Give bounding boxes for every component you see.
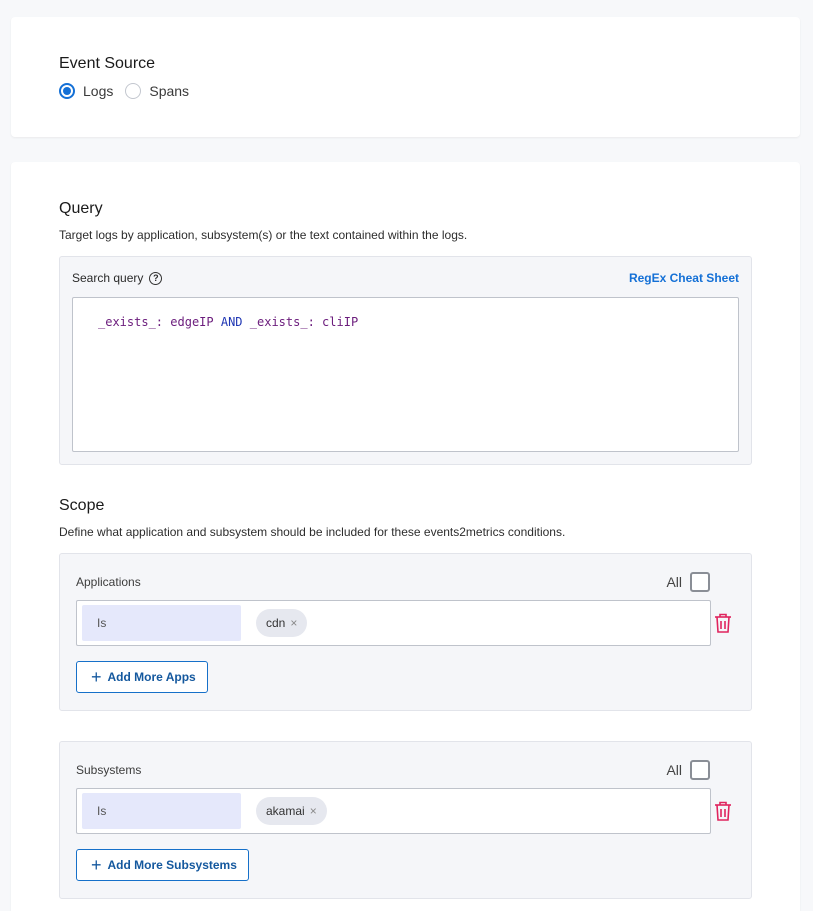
event-source-radio-group: Logs Spans: [59, 83, 201, 99]
add-more-subsystems-button[interactable]: + Add More Subsystems: [76, 849, 249, 881]
help-icon[interactable]: ?: [149, 271, 163, 285]
query-operator-token: AND: [220, 315, 243, 329]
application-chip: cdn ×: [256, 609, 308, 637]
event-source-title: Event Source: [59, 55, 156, 72]
applications-all-row: All: [666, 572, 710, 592]
plus-icon: +: [91, 855, 102, 875]
applications-panel: Applications All Is cdn × + Add More App…: [59, 553, 752, 711]
applications-rule: Is cdn ×: [76, 600, 711, 646]
search-query-editor[interactable]: _exists_: edgeIP AND _exists_: cliIP: [72, 297, 739, 452]
subsystems-all-row: All: [666, 760, 710, 780]
add-more-apps-label: Add More Apps: [107, 670, 196, 684]
trash-icon[interactable]: [713, 612, 733, 634]
query-description: Target logs by application, subsystem(s)…: [59, 228, 468, 242]
subsystems-all-label: All: [666, 762, 682, 778]
subsystems-label: Subsystems: [76, 763, 142, 777]
scope-description: Define what application and subsystem sh…: [59, 525, 566, 539]
add-more-apps-button[interactable]: + Add More Apps: [76, 661, 208, 693]
regex-cheat-sheet-link[interactable]: RegEx Cheat Sheet: [629, 271, 739, 285]
plus-icon: +: [91, 667, 102, 687]
query-token: _exists_:: [249, 315, 315, 329]
search-query-text: _exists_: edgeIP AND _exists_: cliIP: [98, 315, 358, 329]
add-more-subsystems-label: Add More Subsystems: [107, 858, 237, 872]
search-query-label-row: Search query ?: [72, 271, 163, 285]
event-source-card: Event Source Logs Spans: [11, 17, 800, 137]
logs-radio[interactable]: [59, 83, 75, 99]
spans-radio[interactable]: [125, 83, 142, 99]
query-token: edgeIP: [170, 315, 214, 329]
query-scope-card: Query Target logs by application, subsys…: [11, 162, 800, 911]
trash-icon[interactable]: [713, 800, 733, 822]
scope-title: Scope: [59, 497, 105, 514]
subsystems-rule: Is akamai ×: [76, 788, 711, 834]
applications-all-label: All: [666, 574, 682, 590]
search-query-label: Search query: [72, 271, 144, 285]
subsystem-chip: akamai ×: [256, 797, 327, 825]
subsystems-operator-select[interactable]: Is: [82, 793, 241, 829]
query-token: cliIP: [322, 315, 359, 329]
subsystems-all-checkbox[interactable]: [690, 760, 710, 780]
query-token: _exists_:: [98, 315, 164, 329]
logs-radio-label[interactable]: Logs: [83, 83, 113, 99]
chip-remove-icon[interactable]: ×: [310, 804, 317, 818]
query-title: Query: [59, 200, 103, 217]
applications-label: Applications: [76, 575, 141, 589]
chip-remove-icon[interactable]: ×: [290, 616, 297, 630]
spans-radio-label[interactable]: Spans: [149, 83, 189, 99]
applications-all-checkbox[interactable]: [690, 572, 710, 592]
applications-operator-select[interactable]: Is: [82, 605, 241, 641]
subsystem-chip-label: akamai: [266, 804, 305, 818]
application-chip-label: cdn: [266, 616, 286, 630]
subsystems-panel: Subsystems All Is akamai × + Add More Su…: [59, 741, 752, 899]
query-panel: Search query ? RegEx Cheat Sheet _exists…: [59, 256, 752, 465]
